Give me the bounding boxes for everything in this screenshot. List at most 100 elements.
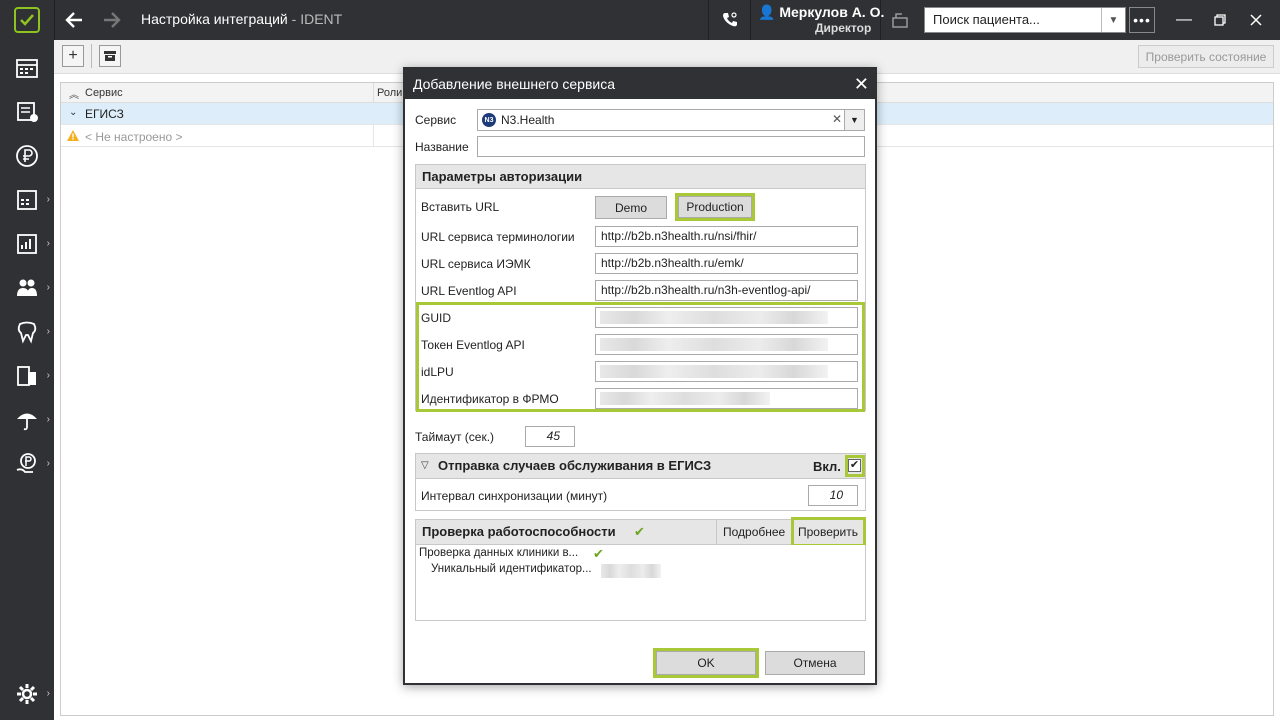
user-role: Директор bbox=[815, 21, 872, 35]
nav-insurance[interactable]: › bbox=[0, 398, 54, 442]
tasks-icon bbox=[17, 102, 38, 122]
idlpu-label: idLPU bbox=[421, 365, 454, 379]
sync-interval-input[interactable]: 10 bbox=[808, 485, 858, 506]
back-arrow-icon[interactable] bbox=[62, 8, 86, 32]
service-value: N3.Health bbox=[501, 113, 555, 127]
nav-patients[interactable]: › bbox=[0, 266, 54, 310]
collapse-all-icon[interactable]: ︽ bbox=[69, 86, 79, 101]
name-label: Название bbox=[415, 140, 469, 154]
timeout-label: Таймаут (сек.) bbox=[415, 430, 495, 444]
archive-button[interactable] bbox=[99, 45, 121, 67]
check-item-value bbox=[601, 564, 661, 578]
dialog-title: Добавление внешнего сервиса bbox=[405, 69, 875, 99]
umbrella-icon bbox=[17, 413, 37, 431]
add-button[interactable]: + bbox=[62, 45, 84, 67]
details-button[interactable]: Подробнее bbox=[723, 525, 785, 539]
gear-icon bbox=[17, 684, 37, 704]
enabled-checkbox[interactable]: ✔ bbox=[848, 459, 861, 472]
forward-arrow-icon[interactable] bbox=[100, 8, 124, 32]
user-icon: 👤 bbox=[758, 4, 776, 20]
nav-documents[interactable]: › bbox=[0, 354, 54, 398]
phone-icon[interactable] bbox=[718, 8, 742, 32]
nav-reports[interactable]: › bbox=[0, 222, 54, 266]
frmo-id-label: Идентификатор в ФРМО bbox=[421, 392, 559, 406]
nav-settings[interactable]: › bbox=[0, 672, 54, 716]
status-ok-icon: ✔ bbox=[634, 524, 645, 539]
idlpu-input[interactable] bbox=[595, 361, 858, 382]
user-name-block[interactable]: 👤 Меркулов А. О. bbox=[758, 4, 884, 21]
timeout-input[interactable]: 45 bbox=[525, 426, 575, 447]
insert-url-label: Вставить URL bbox=[421, 200, 500, 214]
eventlog-token-input[interactable] bbox=[595, 334, 858, 355]
chevron-down-icon[interactable]: ⌄ bbox=[69, 107, 77, 118]
close-window-icon[interactable] bbox=[1244, 8, 1268, 32]
chevron-down-icon[interactable]: ▼ bbox=[1101, 8, 1125, 32]
eventlog-url-input[interactable]: http://b2b.n3health.ru/n3h-eventlog-api/ bbox=[595, 280, 858, 301]
service-label: Сервис bbox=[415, 113, 457, 127]
archive-icon bbox=[104, 51, 116, 61]
nav-finance[interactable] bbox=[0, 134, 54, 178]
iemk-url-label: URL сервиса ИЭМК bbox=[421, 257, 531, 271]
title-bar: Настройка интеграций - IDENT 👤 Меркулов … bbox=[0, 0, 1280, 40]
app-name: - IDENT bbox=[291, 11, 343, 27]
production-button[interactable]: Production bbox=[678, 196, 752, 218]
sync-interval-label: Интервал синхронизации (минут) bbox=[421, 489, 608, 503]
collapse-triangle-icon[interactable]: ▽ bbox=[421, 460, 429, 471]
app-logo-icon[interactable] bbox=[14, 7, 40, 33]
cash-register-icon[interactable] bbox=[888, 8, 912, 32]
window-title: Настройка интеграций - IDENT bbox=[141, 11, 342, 27]
chart-icon bbox=[17, 234, 37, 254]
restore-icon[interactable] bbox=[1208, 8, 1232, 32]
column-service[interactable]: Сервис bbox=[85, 87, 123, 99]
schedule-icon bbox=[16, 59, 38, 78]
row-status: < Не настроено > bbox=[85, 130, 183, 144]
more-menu-button[interactable]: ••• bbox=[1129, 7, 1155, 33]
column-roles[interactable]: Роли bbox=[377, 87, 402, 99]
iemk-url-input[interactable]: http://b2b.n3health.ru/emk/ bbox=[595, 253, 858, 274]
minimize-icon[interactable]: — bbox=[1172, 8, 1196, 32]
guid-label: GUID bbox=[421, 311, 451, 325]
eventlog-token-label: Токен Eventlog API bbox=[421, 338, 525, 352]
close-icon[interactable]: ✕ bbox=[854, 74, 869, 95]
name-input[interactable] bbox=[477, 136, 865, 157]
eventlog-url-label: URL Eventlog API bbox=[421, 284, 517, 298]
check-ok-icon: ✔ bbox=[593, 546, 604, 561]
ok-button[interactable]: OK bbox=[656, 651, 756, 675]
auth-group-header: Параметры авторизации bbox=[415, 164, 866, 189]
demo-button[interactable]: Demo bbox=[595, 196, 667, 219]
add-service-dialog: Добавление внешнего сервиса ✕ Сервис N3 … bbox=[403, 67, 877, 685]
nav-payments[interactable]: › bbox=[0, 442, 54, 486]
page-title: Настройка интеграций bbox=[141, 11, 288, 27]
check-button[interactable]: Проверить bbox=[798, 525, 858, 539]
left-nav: › › › › › › › › bbox=[0, 40, 54, 720]
nav-schedule[interactable] bbox=[0, 46, 54, 90]
chevron-down-icon[interactable]: ▼ bbox=[844, 110, 864, 130]
terminology-url-label: URL сервиса терминологии bbox=[421, 230, 575, 244]
people-icon bbox=[17, 279, 37, 296]
guid-input[interactable] bbox=[595, 307, 858, 328]
nav-tasks[interactable] bbox=[0, 90, 54, 134]
nav-calculator[interactable]: › bbox=[0, 178, 54, 222]
terminology-url-input[interactable]: http://b2b.n3health.ru/nsi/fhir/ bbox=[595, 226, 858, 247]
clear-icon[interactable]: ✕ bbox=[832, 112, 842, 126]
ruble-icon bbox=[16, 145, 38, 167]
warning-icon bbox=[67, 130, 79, 141]
documents-icon bbox=[17, 366, 36, 386]
cancel-button[interactable]: Отмена bbox=[765, 651, 865, 675]
tooth-icon bbox=[17, 321, 37, 344]
group-row-label: ЕГИСЗ bbox=[85, 107, 124, 121]
enabled-label: Вкл. bbox=[813, 459, 841, 474]
check-item-uid: Уникальный идентификатор... bbox=[431, 563, 592, 575]
service-select[interactable]: N3 N3.Health ✕ ▼ bbox=[477, 109, 865, 131]
send-group-header[interactable]: ▽ Отправка случаев обслуживания в ЕГИСЗ bbox=[415, 453, 866, 479]
search-placeholder: Поиск пациента... bbox=[933, 12, 1040, 27]
frmo-id-input[interactable] bbox=[595, 388, 858, 409]
patient-search-input[interactable]: Поиск пациента... ▼ bbox=[924, 7, 1126, 33]
health-group-title: Проверка работоспособности bbox=[422, 524, 616, 539]
n3-badge-icon: N3 bbox=[482, 113, 496, 127]
coin-hand-icon bbox=[16, 453, 36, 473]
check-state-button[interactable]: Проверить состояние bbox=[1138, 45, 1274, 68]
nav-dental[interactable]: › bbox=[0, 310, 54, 354]
check-item-clinic: Проверка данных клиники в... bbox=[419, 547, 579, 559]
user-name: Меркулов А. О. bbox=[779, 4, 885, 20]
